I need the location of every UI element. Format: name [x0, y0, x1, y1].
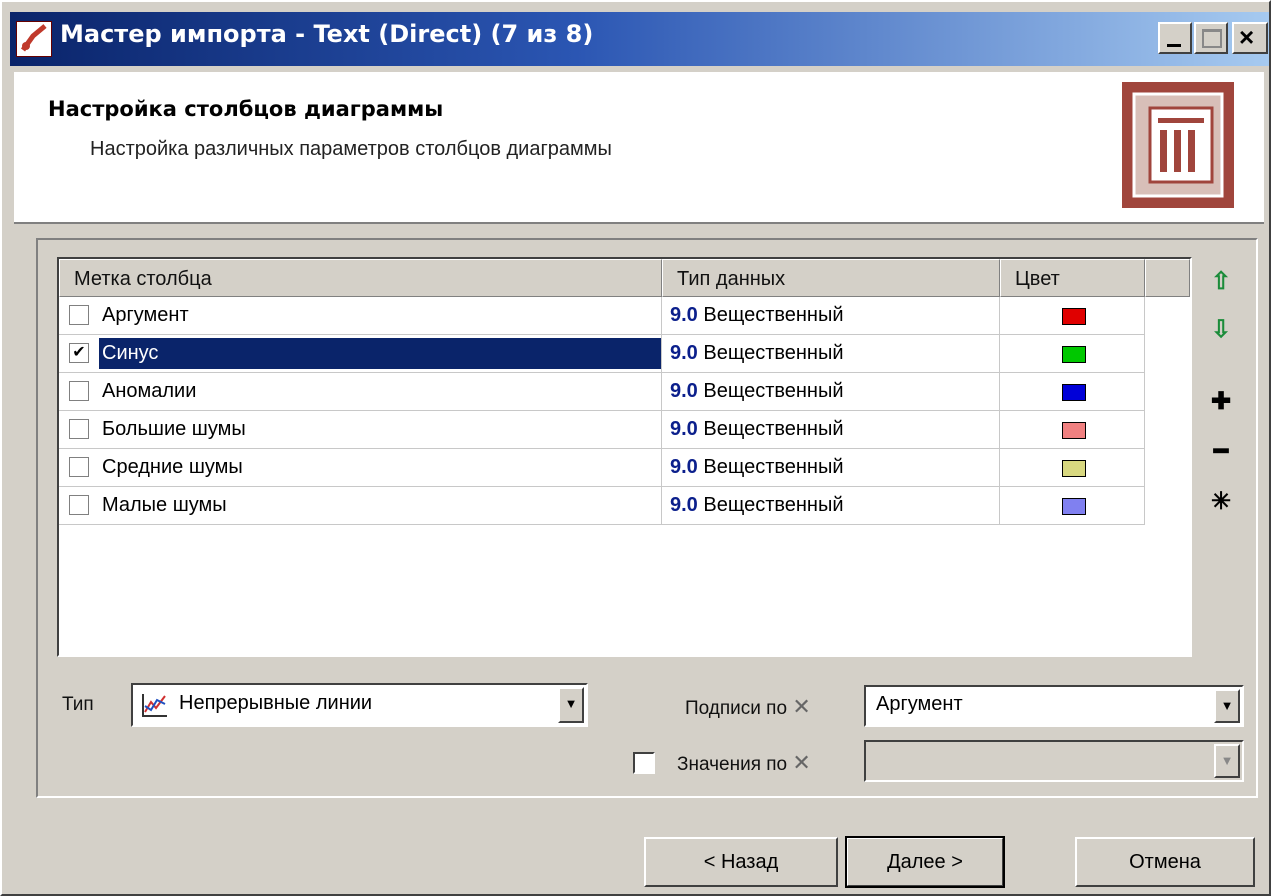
maximize-icon	[1202, 29, 1222, 48]
type-code: 9.0	[670, 418, 698, 440]
x-labels-select[interactable]: Аргумент ▼	[864, 685, 1244, 727]
maximize-button[interactable]	[1194, 22, 1228, 54]
type-code: 9.0	[670, 342, 698, 364]
color-swatch[interactable]	[1062, 422, 1086, 439]
color-swatch[interactable]	[1062, 346, 1086, 363]
chevron-down-icon[interactable]: ▼	[1214, 689, 1240, 723]
row-checkbox[interactable]	[69, 495, 89, 515]
minimize-button[interactable]	[1158, 22, 1192, 54]
page-title: Настройка столбцов диаграммы	[48, 97, 444, 121]
table-row[interactable]: Аномалии 9.0 Вещественный	[59, 373, 1190, 411]
import-wizard-window: Мастер импорта - Text (Direct) (7 из 8) …	[0, 0, 1271, 896]
row-label[interactable]: Малые шумы	[99, 487, 230, 524]
arrow-up-icon[interactable]: ⇧	[1207, 268, 1235, 296]
chart-type-select[interactable]: Непрерывные линии ▼	[131, 683, 588, 727]
color-swatch[interactable]	[1062, 460, 1086, 477]
table-row[interactable]: Большие шумы 9.0 Вещественный	[59, 411, 1190, 449]
arrow-down-icon[interactable]: ⇩	[1207, 316, 1235, 344]
type-code: 9.0	[670, 494, 698, 516]
row-label[interactable]: Большие шумы	[99, 411, 249, 448]
color-swatch[interactable]	[1062, 384, 1086, 401]
close-icon: ×	[1239, 22, 1255, 52]
page-subtitle: Настройка различных параметров столбцов …	[90, 138, 612, 160]
chart-columns-icon	[1122, 82, 1234, 208]
back-button[interactable]: < Назад	[644, 837, 838, 887]
row-checkbox[interactable]	[69, 305, 89, 325]
chevron-down-icon[interactable]: ▼	[558, 687, 584, 723]
columns-grid[interactable]: Метка столбца Тип данных Цвет Аргумент 9…	[57, 257, 1192, 657]
chart-type-value: Непрерывные линии	[179, 692, 373, 714]
row-label[interactable]: Аргумент	[99, 297, 192, 334]
color-swatch[interactable]	[1062, 498, 1086, 515]
column-header-type[interactable]: Тип данных	[662, 259, 1000, 297]
plus-icon[interactable]: ✚	[1207, 388, 1235, 416]
row-label[interactable]: Аномалии	[99, 373, 199, 410]
type-name[interactable]: Вещественный	[703, 380, 843, 402]
x-labels-label: Подписи по ✕	[685, 694, 811, 719]
table-row[interactable]: Средние шумы 9.0 Вещественный	[59, 449, 1190, 487]
type-name[interactable]: Вещественный	[703, 494, 843, 516]
title-bar[interactable]: Мастер импорта - Text (Direct) (7 из 8) …	[10, 12, 1269, 66]
wizard-header: Настройка столбцов диаграммы Настройка р…	[14, 72, 1264, 224]
row-checkbox[interactable]	[69, 419, 89, 439]
minimize-icon	[1167, 44, 1181, 47]
asterisk-icon[interactable]: ✳	[1207, 488, 1235, 516]
close-button[interactable]: ×	[1232, 22, 1268, 54]
type-name[interactable]: Вещественный	[703, 342, 843, 364]
row-checkbox[interactable]: ✔	[69, 343, 89, 363]
type-name[interactable]: Вещественный	[703, 304, 843, 326]
type-code: 9.0	[670, 304, 698, 326]
row-checkbox[interactable]	[69, 381, 89, 401]
row-label[interactable]: Синус	[99, 338, 661, 369]
type-name[interactable]: Вещественный	[703, 456, 843, 478]
line-chart-icon	[141, 692, 169, 723]
column-header-label[interactable]: Метка столбца	[59, 259, 662, 297]
chevron-down-icon[interactable]: ▼	[1214, 744, 1240, 778]
next-button[interactable]: Далее >	[845, 836, 1005, 888]
table-row[interactable]: Аргумент 9.0 Вещественный	[59, 297, 1190, 335]
x-labels-value: Аргумент	[876, 693, 963, 715]
table-row[interactable]: ✔ Синус 9.0 Вещественный	[59, 335, 1190, 373]
minus-icon[interactable]: ━	[1207, 438, 1235, 466]
type-code: 9.0	[670, 456, 698, 478]
x-values-select[interactable]: ▼	[864, 740, 1244, 782]
cancel-button[interactable]: Отмена	[1075, 837, 1255, 887]
row-label[interactable]: Средние шумы	[99, 449, 246, 486]
type-label: Тип	[62, 694, 94, 715]
table-row[interactable]: Малые шумы 9.0 Вещественный	[59, 487, 1190, 525]
x-values-label: Значения по ✕	[677, 750, 811, 775]
app-icon	[16, 21, 52, 57]
grid-header: Метка столбца Тип данных Цвет	[59, 259, 1190, 297]
type-code: 9.0	[670, 380, 698, 402]
window-title: Мастер импорта - Text (Direct) (7 из 8)	[60, 20, 594, 48]
x-values-checkbox[interactable]	[633, 752, 655, 774]
type-name[interactable]: Вещественный	[703, 418, 843, 440]
color-swatch[interactable]	[1062, 308, 1086, 325]
column-header-color[interactable]: Цвет	[1000, 259, 1145, 297]
row-checkbox[interactable]	[69, 457, 89, 477]
column-header-filler	[1145, 259, 1190, 297]
